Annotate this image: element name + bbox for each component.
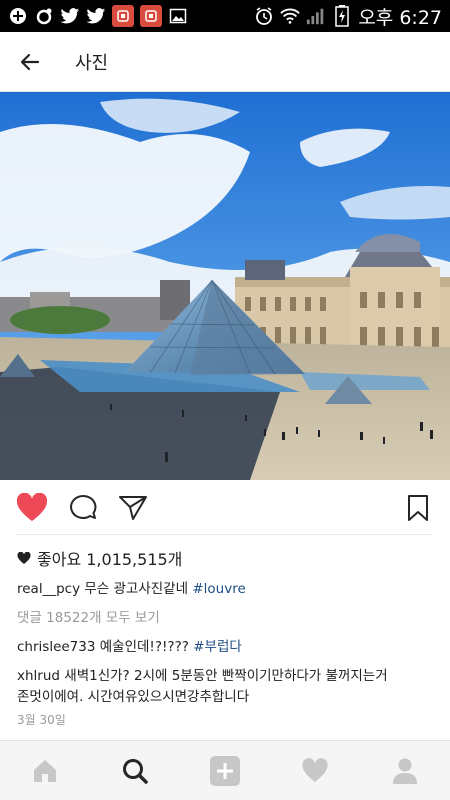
- post-caption: real__pcy 무슨 광고사진같네 #louvre: [17, 577, 246, 597]
- alarm-icon: [254, 6, 274, 26]
- nav-activity[interactable]: [285, 741, 345, 800]
- twitter-icon: [60, 6, 80, 26]
- back-button[interactable]: [0, 32, 60, 92]
- likes-label: 좋아요 1,015,515개: [37, 550, 183, 569]
- comment-text: 예술인데!?!???: [99, 639, 194, 655]
- page-title: 사진: [75, 52, 109, 74]
- signal-icon: [306, 6, 326, 26]
- comment-username[interactable]: chrislee733: [17, 639, 95, 655]
- app-red-icon: [112, 5, 134, 27]
- twitter-icon: [86, 6, 106, 26]
- comment: chrislee733 예술인데!?!??? #부럽다: [17, 635, 242, 655]
- wifi-icon: [280, 6, 301, 26]
- comment-username[interactable]: xhlrud: [17, 668, 60, 684]
- chrome-icon: [34, 6, 54, 26]
- caption-hashtag[interactable]: #louvre: [192, 581, 245, 597]
- app-header: 사진: [0, 32, 450, 92]
- louvre-photo-image: [0, 92, 450, 480]
- post-date: 3월 30일: [17, 713, 66, 727]
- status-bar-left: [8, 5, 188, 27]
- caption-username[interactable]: real__pcy: [17, 581, 80, 597]
- save-button[interactable]: [400, 490, 436, 526]
- nav-add[interactable]: [195, 741, 255, 800]
- divider: [17, 534, 433, 535]
- comment-text: 새벽1신가? 2시에 5분동안 빤짝이기만하다가 불꺼지는거: [64, 668, 388, 684]
- bottom-nav: [0, 740, 450, 800]
- status-time: 오후 6:27: [358, 6, 442, 29]
- nav-home[interactable]: [15, 741, 75, 800]
- caption-text: 무슨 광고사진같네: [84, 581, 193, 597]
- heart-icon: [302, 757, 328, 782]
- likes-count[interactable]: 좋아요 1,015,515개: [17, 546, 182, 570]
- view-all-comments[interactable]: 댓글 18522개 모두 보기: [17, 606, 160, 626]
- nav-profile[interactable]: [375, 741, 435, 800]
- comment-bubble-icon: [70, 494, 97, 519]
- like-button[interactable]: [14, 490, 50, 526]
- paper-plane-icon: [119, 496, 147, 520]
- status-bar-right: 오후 6:27: [254, 3, 442, 30]
- bookmark-icon: [408, 495, 428, 521]
- home-icon: [34, 759, 56, 782]
- post-photo[interactable]: [0, 92, 450, 480]
- battery-icon: [332, 5, 352, 27]
- heart-filled-icon: [16, 493, 48, 521]
- status-bar: 오후 6:27: [0, 0, 450, 32]
- arrow-left-icon: [20, 53, 40, 70]
- app-red-icon: [140, 5, 162, 27]
- profile-icon: [393, 758, 417, 784]
- search-icon: [123, 758, 148, 784]
- add-icon: [210, 755, 240, 786]
- nav-search[interactable]: [105, 741, 165, 800]
- gallery-icon: [168, 6, 188, 26]
- share-button[interactable]: [115, 490, 151, 526]
- comment-text-continued: 존멋이에여. 시간여유있으시면강추합니다: [17, 689, 250, 705]
- comment-button[interactable]: [65, 490, 101, 526]
- post-actions: [0, 486, 450, 530]
- heart-small-icon: [17, 551, 31, 564]
- comment: xhlrud 새벽1신가? 2시에 5분동안 빤짝이기만하다가 불꺼지는거: [17, 664, 388, 684]
- add-box-icon: [8, 6, 28, 26]
- comment-hashtag[interactable]: #부럽다: [193, 639, 242, 655]
